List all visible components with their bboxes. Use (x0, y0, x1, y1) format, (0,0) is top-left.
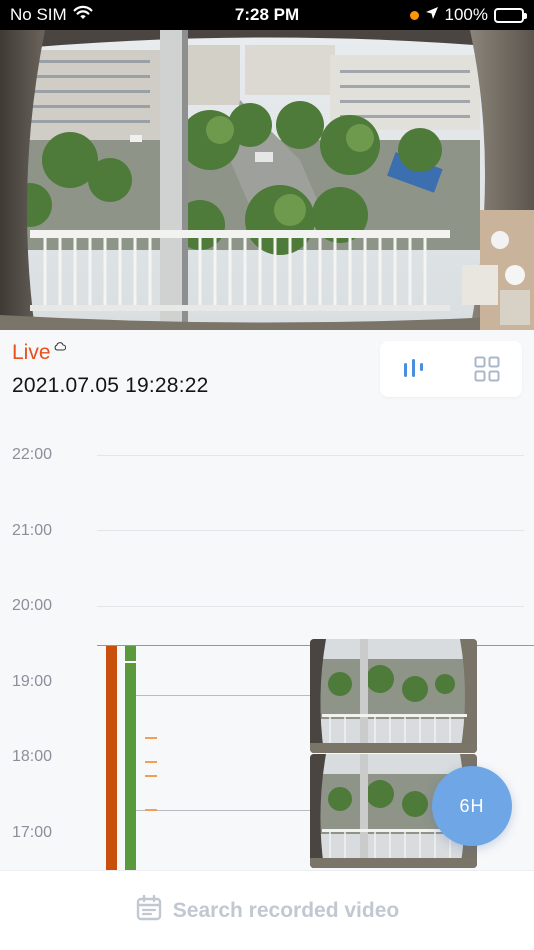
battery-percent: 100% (444, 5, 488, 24)
live-label: Live (12, 341, 51, 364)
hour-gridline (97, 455, 524, 456)
hour-label: 17:00 (12, 824, 53, 841)
recording-gap (125, 661, 136, 663)
event-marker[interactable] (145, 737, 157, 739)
hour-gridline (97, 530, 524, 531)
grid-view-icon[interactable] (471, 353, 503, 385)
search-recorded-video-button[interactable]: Search recorded video (0, 870, 534, 950)
cloud-recording-bar[interactable] (125, 646, 136, 870)
timeline-view-icon[interactable] (398, 353, 430, 385)
event-marker[interactable] (145, 761, 157, 763)
continuous-recording-bar[interactable] (106, 646, 117, 870)
event-thumbnail[interactable] (310, 639, 477, 753)
recording-dot-icon (409, 10, 419, 20)
hour-label: 20:00 (12, 597, 53, 614)
hour-label: 18:00 (12, 748, 53, 765)
segment-marker (136, 810, 310, 811)
cloud-icon (54, 338, 67, 356)
live-camera-view[interactable] (0, 30, 534, 330)
event-marker[interactable] (145, 775, 157, 777)
status-bar: No SIM 7:28 PM 100% (0, 0, 534, 30)
search-recorded-video-label: Search recorded video (172, 898, 400, 922)
event-marker[interactable] (145, 809, 157, 811)
hour-gridline (97, 606, 524, 607)
hour-label: 19:00 (12, 673, 53, 690)
hour-label: 22:00 (12, 446, 53, 463)
live-timestamp: 2021.07.05 19:28:22 (12, 374, 209, 397)
view-mode-toggle (380, 341, 522, 397)
segment-marker (136, 695, 310, 696)
location-arrow-icon (425, 5, 439, 25)
hour-label: 21:00 (12, 522, 53, 539)
calendar-icon (135, 894, 163, 927)
timeline-zoom-button[interactable]: 6H (432, 766, 512, 846)
battery-icon (494, 7, 527, 23)
